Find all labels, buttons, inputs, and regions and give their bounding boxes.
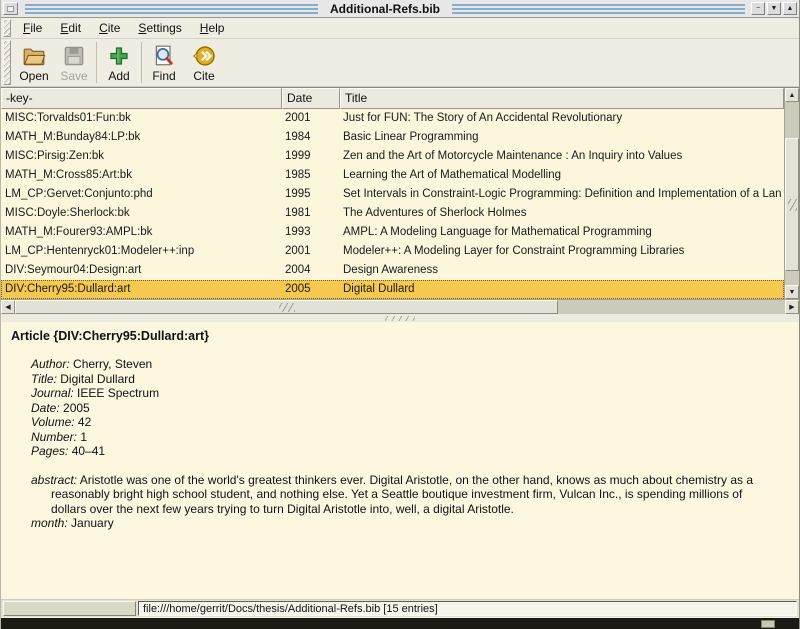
menu-help[interactable]: Help: [191, 19, 234, 37]
table-row[interactable]: MISC:Pirsig:Zen:bk1999Zen and the Art of…: [1, 147, 784, 166]
table-row[interactable]: LM_CP:Gervet:Conjunto:phd1995Set Interva…: [1, 185, 784, 204]
horizontal-scroll-thumb[interactable]: [15, 300, 558, 314]
maximize-button[interactable]: ▼: [767, 2, 781, 15]
vertical-scroll-thumb[interactable]: [785, 138, 799, 271]
list-header: -key- Date Title: [1, 88, 784, 109]
toolbar-separator: [96, 42, 97, 83]
find-button[interactable]: Find: [144, 39, 184, 86]
menu-settings[interactable]: Settings: [129, 19, 190, 37]
toolbar: Open Save Add: [1, 39, 799, 87]
cite-button-label: Cite: [193, 69, 214, 83]
table-row[interactable]: LM_CP:Hentenryck01:Modeler++:inp2001Mode…: [1, 242, 784, 261]
field-journal: Journal: IEEE Spectrum: [31, 386, 789, 401]
minimize-button[interactable]: −: [751, 2, 765, 15]
window-menu-icon: [7, 6, 14, 12]
column-header-title[interactable]: Title: [340, 88, 784, 109]
scroll-right-button[interactable]: ▶: [785, 300, 799, 314]
scroll-left-button[interactable]: ◀: [1, 300, 15, 314]
field-title: Title: Digital Dullard: [31, 372, 789, 387]
menu-edit[interactable]: Edit: [51, 19, 90, 37]
cite-icon: [192, 44, 216, 68]
horizontal-scroll-track[interactable]: [15, 300, 785, 314]
toolbar-separator: [141, 42, 142, 83]
entry-detail-pane: Article {DIV:Cherry95:Dullard:art} Autho…: [1, 322, 799, 599]
horizontal-scrollbar[interactable]: ◀ ▶: [1, 299, 799, 314]
column-header-key[interactable]: -key-: [1, 88, 282, 109]
find-magnifier-icon: [152, 44, 176, 68]
shade-button[interactable]: ▲: [783, 2, 797, 15]
save-button[interactable]: Save: [54, 39, 94, 86]
save-floppy-icon: [62, 44, 86, 68]
find-button-label: Find: [152, 69, 175, 83]
field-abstract: abstract: Aristotle was one of the world…: [31, 473, 773, 517]
vertical-scrollbar[interactable]: ▲ ▼: [784, 88, 799, 299]
entry-heading: Article {DIV:Cherry95:Dullard:art}: [11, 329, 789, 343]
table-row[interactable]: MATH_M:Bunday84:LP:bk1984Basic Linear Pr…: [1, 128, 784, 147]
statusbar: file:///home/gerrit/Docs/thesis/Addition…: [1, 599, 799, 617]
splitter-grip-icon: [385, 316, 415, 321]
vertical-scroll-track[interactable]: [785, 102, 799, 285]
list-body: MISC:Torvalds01:Fun:bk2001Just for FUN: …: [1, 109, 784, 299]
add-button[interactable]: Add: [99, 39, 139, 86]
resize-handle[interactable]: [761, 620, 775, 628]
app-window: Additional-Refs.bib − ▼ ▲ File Edit Cite…: [0, 0, 800, 629]
table-row-selected[interactable]: DIV:Cherry95:Dullard:art2005Digital Dull…: [1, 280, 784, 299]
open-button[interactable]: Open: [14, 39, 54, 86]
titlebar-stripes-left: [25, 3, 318, 15]
statusbar-progress-box: [3, 601, 136, 616]
reference-list: -key- Date Title MISC:Torvalds01:Fun:bk2…: [1, 87, 799, 299]
menu-file[interactable]: File: [14, 19, 51, 37]
scroll-thumb-grip-icon: [788, 199, 797, 211]
table-row[interactable]: DIV:Seymour04:Design:art2004Design Aware…: [1, 261, 784, 280]
menu-cite[interactable]: Cite: [90, 19, 129, 37]
scroll-thumb-grip-icon: [279, 303, 295, 312]
add-button-label: Add: [108, 69, 129, 83]
window-bottom-edge: [1, 617, 799, 629]
save-button-label: Save: [60, 69, 87, 83]
table-row[interactable]: MISC:Doyle:Sherlock:bk1981The Adventures…: [1, 204, 784, 223]
field-date: Date: 2005: [31, 401, 789, 416]
field-number: Number: 1: [31, 430, 789, 445]
titlebar-stripes-right: [452, 3, 745, 15]
column-header-date[interactable]: Date: [282, 88, 340, 109]
open-folder-icon: [22, 44, 46, 68]
field-pages: Pages: 40–41: [31, 444, 789, 459]
field-volume: Volume: 42: [31, 415, 789, 430]
table-row[interactable]: MISC:Torvalds01:Fun:bk2001Just for FUN: …: [1, 109, 784, 128]
table-row[interactable]: MATH_M:Cross85:Art:bk1985Learning the Ar…: [1, 166, 784, 185]
pane-splitter[interactable]: [1, 314, 799, 322]
scroll-up-button[interactable]: ▲: [785, 88, 799, 102]
toolbar-grip-handle[interactable]: [3, 40, 11, 85]
cite-button[interactable]: Cite: [184, 39, 224, 86]
window-menu-button[interactable]: [3, 2, 18, 15]
statusbar-file-uri: file:///home/gerrit/Docs/thesis/Addition…: [138, 601, 797, 616]
menubar: File Edit Cite Settings Help: [1, 18, 799, 39]
menubar-grip-handle[interactable]: [3, 19, 11, 37]
open-button-label: Open: [19, 69, 48, 83]
titlebar[interactable]: Additional-Refs.bib − ▼ ▲: [1, 0, 799, 18]
scroll-down-button[interactable]: ▼: [785, 285, 799, 299]
field-month: month: January: [31, 516, 789, 531]
window-title: Additional-Refs.bib: [322, 2, 448, 16]
add-plus-icon: [107, 44, 131, 68]
field-author: Author: Cherry, Steven: [31, 357, 789, 372]
table-row[interactable]: MATH_M:Fourer93:AMPL:bk1993AMPL: A Model…: [1, 223, 784, 242]
